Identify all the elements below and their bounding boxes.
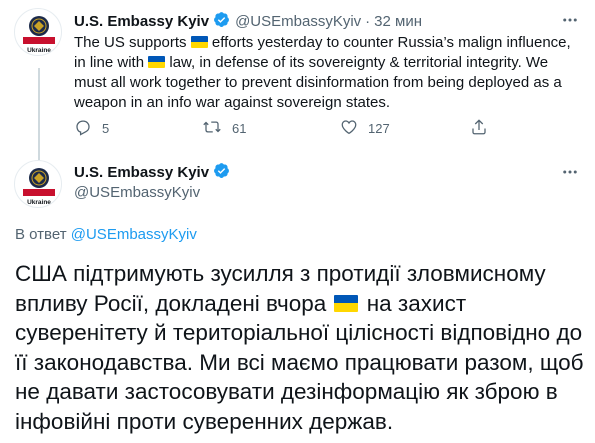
ukraine-flag-icon <box>190 36 208 48</box>
author-name[interactable]: U.S. Embassy Kyiv <box>74 164 209 181</box>
retweet-icon <box>202 118 222 139</box>
author-name-row: U.S. Embassy Kyiv <box>74 162 230 183</box>
separator-dot: · <box>365 12 371 30</box>
thread-line <box>38 68 40 160</box>
verified-icon <box>213 162 230 183</box>
tweet-actions: 5 61 127 <box>74 118 514 140</box>
svg-text:Ukraine: Ukraine <box>27 199 51 206</box>
ukraine-flag-icon <box>334 294 359 312</box>
reply-to-line: В ответ @USEmbassyKyiv <box>15 226 197 243</box>
like-count: 127 <box>368 121 390 136</box>
timestamp[interactable]: 32 мин <box>374 13 422 30</box>
tweet-header: U.S. Embassy Kyiv @USEmbassyKyiv · 32 ми… <box>74 10 422 32</box>
author-handle[interactable]: @USEmbassyKyiv <box>74 184 200 201</box>
share-icon <box>470 118 488 139</box>
share-button[interactable] <box>470 118 488 139</box>
reply-prefix: В ответ <box>15 226 71 243</box>
like-button[interactable]: 127 <box>340 118 390 139</box>
embassy-seal-logo: Ukraine <box>23 168 55 206</box>
ukraine-flag-icon <box>148 56 166 68</box>
more-icon[interactable] <box>559 162 581 182</box>
verified-icon <box>213 11 230 32</box>
more-icon[interactable] <box>559 10 581 30</box>
retweet-count: 61 <box>232 121 247 136</box>
avatar[interactable]: Ukraine <box>14 160 62 208</box>
like-icon <box>340 118 358 139</box>
reply-button[interactable]: 5 <box>74 118 109 139</box>
author-handle[interactable]: @USEmbassyKyiv <box>235 13 361 30</box>
tweet-text: США підтримують зусилля з протидії зловм… <box>15 259 585 436</box>
reply-count: 5 <box>102 121 110 136</box>
embassy-seal-logo: Ukraine <box>23 16 55 54</box>
reply-icon <box>74 118 92 139</box>
retweet-button[interactable]: 61 <box>202 118 246 139</box>
tweet-text: The US supports efforts yesterday to cou… <box>74 33 584 113</box>
reply-mention-link[interactable]: @USEmbassyKyiv <box>71 226 197 243</box>
avatar[interactable]: Ukraine <box>14 8 62 56</box>
tweet-text-part: The US supports <box>74 34 191 51</box>
svg-text:Ukraine: Ukraine <box>27 47 51 54</box>
author-name[interactable]: U.S. Embassy Kyiv <box>74 13 209 30</box>
